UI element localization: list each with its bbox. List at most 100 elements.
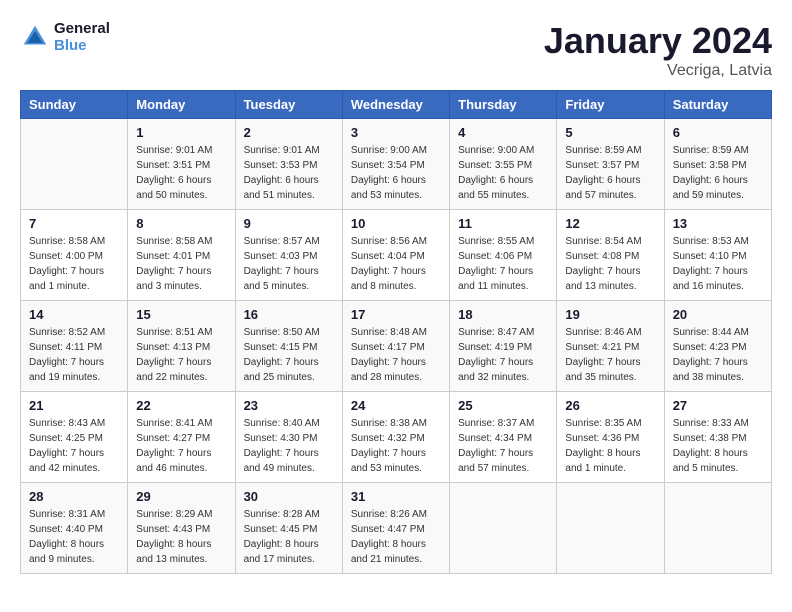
day-info: Sunrise: 8:56 AMSunset: 4:04 PMDaylight:… bbox=[351, 234, 441, 294]
calendar-cell bbox=[557, 483, 664, 574]
calendar-cell: 7 Sunrise: 8:58 AMSunset: 4:00 PMDaylight… bbox=[21, 210, 128, 301]
day-info: Sunrise: 8:43 AMSunset: 4:25 PMDaylight:… bbox=[29, 416, 119, 476]
calendar-cell: 29Sunrise: 8:29 AMSunset: 4:43 PMDayligh… bbox=[128, 483, 235, 574]
day-info: Sunrise: 8:41 AMSunset: 4:27 PMDaylight:… bbox=[136, 416, 226, 476]
day-number: 6 bbox=[673, 125, 763, 140]
calendar-cell: 20 Sunrise: 8:44 AMSunset: 4:23 PMDayligh… bbox=[664, 301, 771, 392]
day-number: 28 bbox=[29, 489, 119, 504]
calendar-cell: 9Sunrise: 8:57 AMSunset: 4:03 PMDaylight… bbox=[235, 210, 342, 301]
weekday-header-sunday: Sunday bbox=[21, 91, 128, 119]
calendar-cell: 22Sunrise: 8:41 AMSunset: 4:27 PMDayligh… bbox=[128, 392, 235, 483]
day-info: Sunrise: 8:38 AMSunset: 4:32 PMDaylight:… bbox=[351, 416, 441, 476]
day-number: 25 bbox=[458, 398, 548, 413]
day-info: Sunrise: 8:53 AMSunset: 4:10 PMDaylight:… bbox=[673, 234, 763, 294]
day-number: 20 bbox=[673, 307, 763, 322]
day-info: Sunrise: 8:37 AMSunset: 4:34 PMDaylight:… bbox=[458, 416, 548, 476]
day-info: Sunrise: 8:40 AMSunset: 4:30 PMDaylight:… bbox=[244, 416, 334, 476]
calendar-cell: 28 Sunrise: 8:31 AMSunset: 4:40 PMDayligh… bbox=[21, 483, 128, 574]
location: Vecriga, Latvia bbox=[544, 62, 772, 80]
day-number: 13 bbox=[673, 216, 763, 231]
day-number: 9 bbox=[244, 216, 334, 231]
logo-text: General Blue bbox=[54, 20, 110, 54]
calendar-body: 1Sunrise: 9:01 AMSunset: 3:51 PMDaylight… bbox=[21, 119, 772, 574]
day-number: 26 bbox=[565, 398, 655, 413]
title-block: January 2024 Vecriga, Latvia bbox=[544, 20, 772, 80]
calendar-cell: 31Sunrise: 8:26 AMSunset: 4:47 PMDayligh… bbox=[342, 483, 449, 574]
calendar-cell: 16 Sunrise: 8:50 AMSunset: 4:15 PMDayligh… bbox=[235, 301, 342, 392]
day-number: 3 bbox=[351, 125, 441, 140]
day-number: 12 bbox=[565, 216, 655, 231]
calendar-week-5: 28 Sunrise: 8:31 AMSunset: 4:40 PMDayligh… bbox=[21, 483, 772, 574]
calendar-cell: 11Sunrise: 8:55 AMSunset: 4:06 PMDayligh… bbox=[450, 210, 557, 301]
calendar-cell: 14Sunrise: 8:52 AMSunset: 4:11 PMDayligh… bbox=[21, 301, 128, 392]
day-info: Sunrise: 8:58 AMSunset: 4:01 PMDaylight:… bbox=[136, 234, 226, 294]
calendar-cell: 19Sunrise: 8:46 AMSunset: 4:21 PMDayligh… bbox=[557, 301, 664, 392]
day-number: 19 bbox=[565, 307, 655, 322]
day-info: Sunrise: 8:31 AMSunset: 4:40 PMDaylight:… bbox=[29, 507, 119, 567]
weekday-header-row: SundayMondayTuesdayWednesdayThursdayFrid… bbox=[21, 91, 772, 119]
calendar-cell: 21 Sunrise: 8:43 AMSunset: 4:25 PMDayligh… bbox=[21, 392, 128, 483]
calendar-cell: 17 Sunrise: 8:48 AMSunset: 4:17 PMDayligh… bbox=[342, 301, 449, 392]
day-number: 5 bbox=[565, 125, 655, 140]
calendar-cell: 15 Sunrise: 8:51 AMSunset: 4:13 PMDayligh… bbox=[128, 301, 235, 392]
day-number: 7 bbox=[29, 216, 119, 231]
weekday-header-thursday: Thursday bbox=[450, 91, 557, 119]
calendar-cell: 8 Sunrise: 8:58 AMSunset: 4:01 PMDaylight… bbox=[128, 210, 235, 301]
calendar-cell: 12 Sunrise: 8:54 AMSunset: 4:08 PMDayligh… bbox=[557, 210, 664, 301]
calendar-cell: 25 Sunrise: 8:37 AMSunset: 4:34 PMDayligh… bbox=[450, 392, 557, 483]
calendar-cell bbox=[21, 119, 128, 210]
page-header: General Blue January 2024 Vecriga, Latvi… bbox=[20, 20, 772, 80]
day-number: 2 bbox=[244, 125, 334, 140]
day-info: Sunrise: 8:52 AMSunset: 4:11 PMDaylight:… bbox=[29, 325, 119, 385]
calendar-cell: 4 Sunrise: 9:00 AMSunset: 3:55 PMDaylight… bbox=[450, 119, 557, 210]
day-number: 23 bbox=[244, 398, 334, 413]
day-info: Sunrise: 8:59 AMSunset: 3:57 PMDaylight:… bbox=[565, 143, 655, 203]
day-number: 16 bbox=[244, 307, 334, 322]
day-number: 30 bbox=[244, 489, 334, 504]
day-info: Sunrise: 9:00 AMSunset: 3:54 PMDaylight:… bbox=[351, 143, 441, 203]
calendar-cell bbox=[664, 483, 771, 574]
day-info: Sunrise: 8:58 AMSunset: 4:00 PMDaylight:… bbox=[29, 234, 119, 294]
day-info: Sunrise: 8:59 AMSunset: 3:58 PMDaylight:… bbox=[673, 143, 763, 203]
day-number: 4 bbox=[458, 125, 548, 140]
calendar-cell: 24Sunrise: 8:38 AMSunset: 4:32 PMDayligh… bbox=[342, 392, 449, 483]
calendar-cell: 23 Sunrise: 8:40 AMSunset: 4:30 PMDayligh… bbox=[235, 392, 342, 483]
day-info: Sunrise: 8:33 AMSunset: 4:38 PMDaylight:… bbox=[673, 416, 763, 476]
weekday-header-friday: Friday bbox=[557, 91, 664, 119]
day-number: 21 bbox=[29, 398, 119, 413]
calendar-cell: 3 Sunrise: 9:00 AMSunset: 3:54 PMDaylight… bbox=[342, 119, 449, 210]
calendar-cell: 26 Sunrise: 8:35 AMSunset: 4:36 PMDayligh… bbox=[557, 392, 664, 483]
calendar-week-2: 7 Sunrise: 8:58 AMSunset: 4:00 PMDaylight… bbox=[21, 210, 772, 301]
day-number: 17 bbox=[351, 307, 441, 322]
weekday-header-monday: Monday bbox=[128, 91, 235, 119]
day-info: Sunrise: 8:26 AMSunset: 4:47 PMDaylight:… bbox=[351, 507, 441, 567]
calendar-cell: 13 Sunrise: 8:53 AMSunset: 4:10 PMDayligh… bbox=[664, 210, 771, 301]
day-number: 15 bbox=[136, 307, 226, 322]
weekday-header-wednesday: Wednesday bbox=[342, 91, 449, 119]
day-number: 10 bbox=[351, 216, 441, 231]
calendar-cell: 2 Sunrise: 9:01 AMSunset: 3:53 PMDaylight… bbox=[235, 119, 342, 210]
day-number: 1 bbox=[136, 125, 226, 140]
day-info: Sunrise: 8:48 AMSunset: 4:17 PMDaylight:… bbox=[351, 325, 441, 385]
day-info: Sunrise: 8:35 AMSunset: 4:36 PMDaylight:… bbox=[565, 416, 655, 476]
day-info: Sunrise: 8:29 AMSunset: 4:43 PMDaylight:… bbox=[136, 507, 226, 567]
day-number: 11 bbox=[458, 216, 548, 231]
day-info: Sunrise: 9:01 AMSunset: 3:53 PMDaylight:… bbox=[244, 143, 334, 203]
logo-icon bbox=[20, 22, 50, 52]
day-info: Sunrise: 9:00 AMSunset: 3:55 PMDaylight:… bbox=[458, 143, 548, 203]
day-number: 27 bbox=[673, 398, 763, 413]
calendar-cell: 30 Sunrise: 8:28 AMSunset: 4:45 PMDayligh… bbox=[235, 483, 342, 574]
day-info: Sunrise: 8:54 AMSunset: 4:08 PMDaylight:… bbox=[565, 234, 655, 294]
month-title: January 2024 bbox=[544, 20, 772, 62]
calendar-cell: 5 Sunrise: 8:59 AMSunset: 3:57 PMDaylight… bbox=[557, 119, 664, 210]
calendar-week-1: 1Sunrise: 9:01 AMSunset: 3:51 PMDaylight… bbox=[21, 119, 772, 210]
calendar-week-3: 14Sunrise: 8:52 AMSunset: 4:11 PMDayligh… bbox=[21, 301, 772, 392]
logo: General Blue bbox=[20, 20, 110, 54]
day-info: Sunrise: 8:51 AMSunset: 4:13 PMDaylight:… bbox=[136, 325, 226, 385]
day-info: Sunrise: 8:44 AMSunset: 4:23 PMDaylight:… bbox=[673, 325, 763, 385]
weekday-header-tuesday: Tuesday bbox=[235, 91, 342, 119]
day-info: Sunrise: 8:50 AMSunset: 4:15 PMDaylight:… bbox=[244, 325, 334, 385]
calendar-cell: 18Sunrise: 8:47 AMSunset: 4:19 PMDayligh… bbox=[450, 301, 557, 392]
day-info: Sunrise: 8:28 AMSunset: 4:45 PMDaylight:… bbox=[244, 507, 334, 567]
day-number: 8 bbox=[136, 216, 226, 231]
